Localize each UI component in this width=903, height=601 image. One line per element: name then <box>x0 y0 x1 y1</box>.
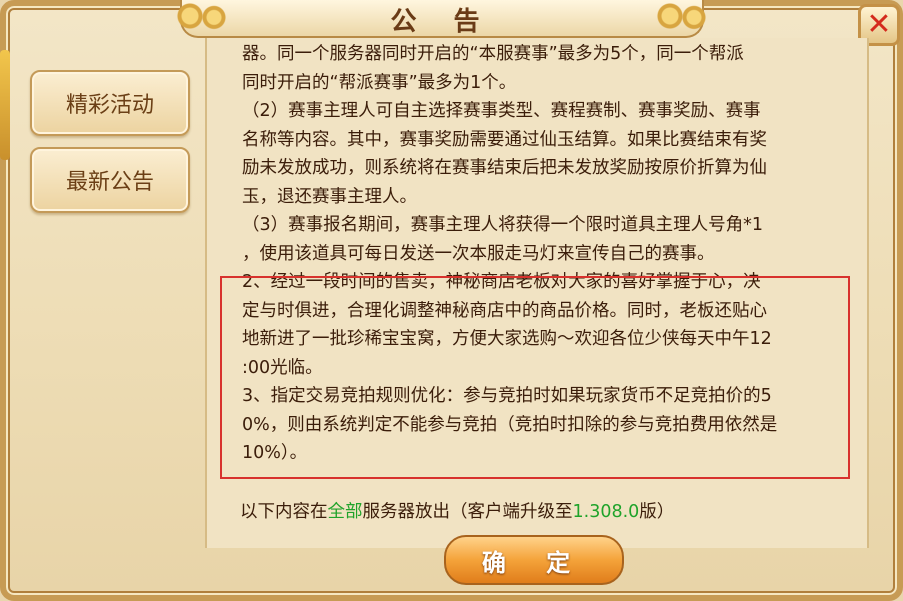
title-bar: 公 告 <box>172 0 712 38</box>
client-version: 1.308.0 <box>572 502 640 522</box>
release-note-part: 服务器放出（客户端升级至 <box>362 502 573 522</box>
release-note-part: 以下内容在 <box>240 502 328 522</box>
sidebar-item-events[interactable]: 精彩活动 <box>30 70 190 136</box>
content-line: 同时开启的“帮派赛事”最多为1个。 <box>242 72 517 93</box>
content-line: 玉，退还赛事主理人。 <box>242 186 417 207</box>
content-line: 名称等内容。其中，赛事奖励需要通过仙玉结算。如果比赛结束有奖 <box>242 129 767 150</box>
tassel-decoration <box>0 50 10 160</box>
content-line: ，使用该道具可每日发送一次本服走马灯来宣传自己的赛事。 <box>242 243 715 264</box>
confirm-button[interactable]: 确 定 <box>444 535 624 585</box>
release-note-scope: 全部 <box>327 502 363 522</box>
release-note: 以下内容在全部服务器放出（客户端升级至1.308.0版） <box>240 498 674 523</box>
sidebar-item-announcements[interactable]: 最新公告 <box>30 147 190 213</box>
release-note-part: 版） <box>639 502 675 522</box>
content-line: 励未发放成功，则系统将在赛事结束后把未发放奖励按原价折算为仙 <box>242 158 767 178</box>
content-line: 器。同一个服务器同时开启的“本服赛事”最多为5个，同一个帮派 <box>242 44 744 64</box>
dialog-title: 公 告 <box>390 7 494 37</box>
content-line: （2）赛事主理人可自主选择赛事类型、赛程赛制、赛事奖励、赛事 <box>242 101 761 121</box>
content-line: （3）赛事报名期间，赛事主理人将获得一个限时道具主理人号角*1 <box>242 215 764 235</box>
highlight-box <box>220 276 850 479</box>
close-icon: ✕ <box>866 7 892 42</box>
